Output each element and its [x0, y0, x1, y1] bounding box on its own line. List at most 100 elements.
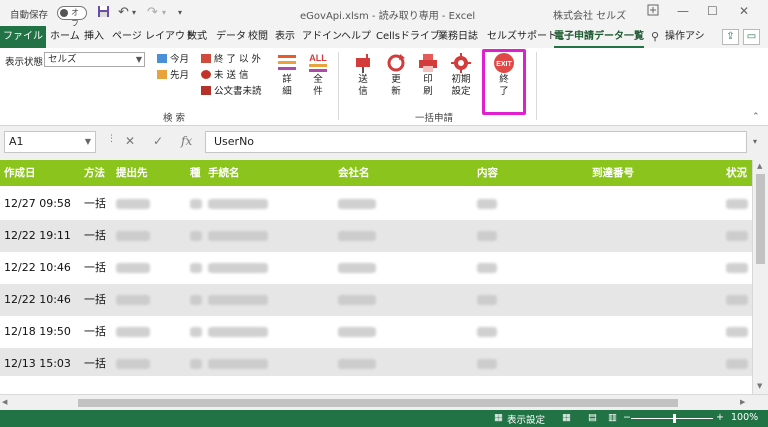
header-procedure[interactable]: 手続名 [208, 160, 240, 186]
zoom-slider-knob[interactable] [673, 414, 676, 423]
share-icon[interactable]: ⇪ [722, 29, 739, 45]
header-method[interactable]: 方法 [84, 160, 105, 186]
normal-view-icon[interactable]: ▦ [562, 412, 571, 423]
name-box[interactable]: A1 ▼ [4, 131, 96, 153]
table-row[interactable]: 12/27 09:58 一括 [0, 188, 752, 220]
tab-review[interactable]: 校閲 [248, 26, 268, 48]
formula-input[interactable]: UserNo [205, 131, 747, 153]
close-icon[interactable]: ✕ [739, 4, 749, 18]
cell-reference: A1 [9, 135, 24, 148]
detail-button[interactable]: 詳 細 [272, 52, 302, 98]
tab-view[interactable]: 表示 [275, 26, 295, 48]
redo-dropdown-icon[interactable]: ▾ [162, 8, 166, 17]
filter-unsent[interactable]: 未 送 信 [201, 69, 249, 83]
maximize-icon[interactable]: ☐ [707, 4, 718, 18]
tab-home[interactable]: ホーム [50, 26, 80, 48]
detail-label-2: 細 [282, 86, 292, 97]
tab-tell-me[interactable]: 操作アシ [665, 26, 705, 48]
table-row[interactable]: 12/22 10:46 一括 [0, 284, 752, 316]
redacted-cell [338, 295, 376, 305]
redacted-cell [190, 263, 202, 273]
header-status[interactable]: 状況 [726, 160, 747, 186]
toggle-knob [60, 9, 68, 17]
page-layout-view-icon[interactable]: ▤ [588, 412, 597, 423]
filter-last-month[interactable]: 先月 [157, 69, 189, 83]
tab-formulas[interactable]: 数式 [187, 26, 207, 48]
formula-bar: A1 ▼ ⋮ ✕ ✓ fx UserNo ▾ [0, 126, 768, 160]
tab-cells-drive[interactable]: Cellsドライブ [376, 26, 440, 48]
tab-data[interactable]: データ [216, 26, 246, 48]
update-button[interactable]: 更 新 [381, 52, 411, 98]
header-content[interactable]: 内容 [477, 160, 498, 186]
collapse-ribbon-icon[interactable]: ⌃ [752, 112, 760, 122]
vertical-scroll-thumb[interactable] [756, 174, 765, 264]
filter-unread-docs[interactable]: 公文書未読 [201, 85, 262, 99]
display-settings-label[interactable]: 表示設定 [507, 412, 545, 426]
tab-cells-support[interactable]: セルズサポート [487, 26, 557, 48]
redacted-cell [726, 327, 748, 337]
row-method: 一括 [84, 325, 106, 338]
svg-text:ALL: ALL [309, 53, 327, 63]
header-company[interactable]: 会社名 [338, 160, 370, 186]
cancel-icon[interactable]: ✕ [125, 134, 135, 148]
all-button[interactable]: ALL 全 件 [303, 52, 333, 98]
tab-business-log[interactable]: 業務日誌 [438, 26, 478, 48]
insert-function-icon[interactable]: fx [181, 134, 192, 148]
scroll-down-icon[interactable]: ▼ [757, 382, 762, 390]
scroll-left-icon[interactable]: ◀ [2, 398, 7, 406]
minimize-icon[interactable]: — [677, 4, 689, 18]
table-row[interactable]: 12/22 10:46 一括 [0, 252, 752, 284]
redacted-cell [338, 231, 376, 241]
scroll-up-icon[interactable]: ▲ [757, 162, 762, 170]
zoom-slider-track[interactable] [631, 418, 713, 419]
undo-dropdown-icon[interactable]: ▾ [132, 8, 136, 17]
filter-this-month[interactable]: 今月 [157, 53, 189, 67]
filter-done-except[interactable]: 終 了 以 外 [201, 53, 261, 67]
tab-addins[interactable]: アドイン [302, 26, 342, 48]
row-date: 12/22 10:46 [4, 293, 71, 306]
init-settings-button[interactable]: 初期 設定 [446, 52, 476, 98]
header-date[interactable]: 作成日 [4, 160, 36, 186]
zoom-level[interactable]: 100% [731, 412, 758, 423]
print-button[interactable]: 印 刷 [413, 52, 443, 98]
table-row[interactable]: 12/22 19:11 一括 [0, 220, 752, 252]
enter-icon[interactable]: ✓ [153, 134, 163, 148]
chevron-down-icon: ▼ [84, 137, 91, 146]
display-settings-icon[interactable]: ▦ [494, 412, 503, 423]
zoom-in-icon[interactable]: + [716, 412, 724, 423]
redo-icon[interactable]: ↷ [147, 5, 158, 20]
row-date: 12/22 19:11 [4, 229, 71, 242]
row-date: 12/22 10:46 [4, 261, 71, 274]
header-destination[interactable]: 提出先 [116, 160, 148, 186]
company-name[interactable]: 株式会社 セルズ [553, 7, 626, 22]
header-arrival-number[interactable]: 到達番号 [592, 160, 634, 186]
page-break-view-icon[interactable]: ▥ [608, 412, 617, 423]
tab-file[interactable]: ファイル [0, 26, 46, 48]
autosave-toggle[interactable]: オフ [57, 6, 87, 28]
redacted-cell [208, 295, 268, 305]
vertical-scrollbar[interactable]: ▲ ▼ [752, 160, 768, 394]
exit-button-highlight [482, 49, 526, 115]
undo-icon[interactable]: ↶ [118, 5, 129, 20]
autosave-label: 自動保存 [10, 10, 49, 21]
table-row[interactable]: 12/13 15:03 一括 [0, 348, 752, 376]
horizontal-scrollbar[interactable]: ◀ ▶ [0, 394, 768, 410]
tab-page-layout[interactable]: ページ レイアウト [112, 26, 195, 48]
send-button[interactable]: 送 信 [348, 52, 378, 98]
ribbon-display-options-icon[interactable] [647, 4, 659, 19]
tab-e-application-list[interactable]: 電子申請データ一覧 [554, 26, 644, 48]
horizontal-scroll-thumb[interactable] [78, 399, 678, 407]
comments-icon[interactable]: ▭ [743, 29, 760, 45]
header-type[interactable]: 種 [190, 160, 201, 186]
display-state-select[interactable]: セルズ ▼ [44, 52, 145, 67]
row-method: 一括 [84, 357, 106, 370]
tab-insert[interactable]: 挿入 [84, 26, 104, 48]
save-icon[interactable] [97, 5, 110, 22]
expand-formula-bar-icon[interactable]: ▾ [753, 137, 757, 146]
zoom-out-icon[interactable]: − [623, 412, 631, 423]
table-row[interactable]: 12/18 19:50 一括 [0, 316, 752, 348]
scroll-right-icon[interactable]: ▶ [740, 398, 745, 406]
tab-help[interactable]: ヘルプ [341, 26, 371, 48]
customize-quick-access-icon[interactable]: ▾ [178, 8, 182, 17]
init-settings-label-1: 初期 [451, 74, 471, 85]
